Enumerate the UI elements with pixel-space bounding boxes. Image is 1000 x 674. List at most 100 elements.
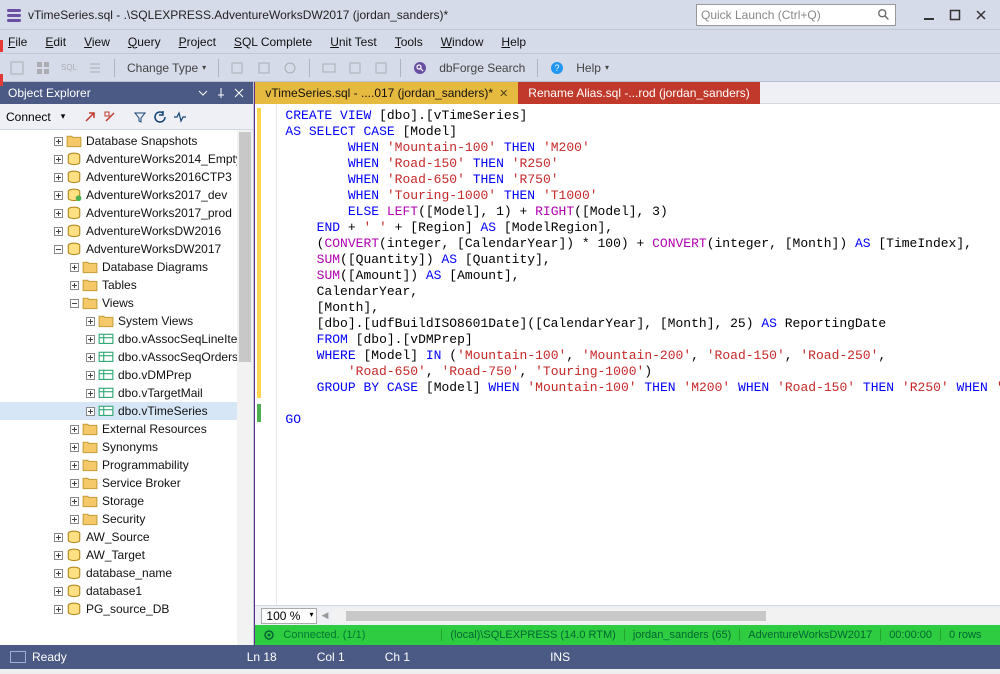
tree-item[interactable]: dbo.vTargetMail: [0, 384, 253, 402]
tab-vtimeseries[interactable]: vTimeSeries.sql - ....017 (jordan_sander…: [255, 82, 518, 104]
menu-project[interactable]: Project: [179, 35, 216, 49]
horizontal-scrollbar[interactable]: [332, 609, 1000, 623]
tool-a[interactable]: [6, 57, 28, 79]
expand-icon[interactable]: [68, 279, 80, 291]
expand-icon[interactable]: [52, 585, 64, 597]
expand-icon[interactable]: [68, 495, 80, 507]
tree-item[interactable]: Service Broker: [0, 474, 253, 492]
help-icon[interactable]: ?: [546, 57, 568, 79]
expand-icon[interactable]: [52, 549, 64, 561]
expand-icon[interactable]: [84, 405, 96, 417]
expand-icon[interactable]: [84, 333, 96, 345]
minimize-button[interactable]: [916, 5, 942, 25]
expand-icon[interactable]: [84, 351, 96, 363]
tree-scrollbar[interactable]: [237, 130, 253, 645]
tree-item[interactable]: AdventureWorks2017_prod: [0, 204, 253, 222]
tree-item[interactable]: AdventureWorks2017_dev: [0, 186, 253, 204]
tab-renamealias[interactable]: Rename Alias.sql -...rod (jordan_sanders…: [518, 82, 759, 104]
expand-icon[interactable]: [68, 297, 80, 309]
tree-item[interactable]: dbo.vDMPrep: [0, 366, 253, 384]
expand-icon[interactable]: [68, 459, 80, 471]
expand-icon[interactable]: [52, 171, 64, 183]
tree-item[interactable]: Database Snapshots: [0, 132, 253, 150]
tree-item[interactable]: Programmability: [0, 456, 253, 474]
expand-icon[interactable]: [52, 189, 64, 201]
zoom-select[interactable]: 100 %▾: [261, 608, 317, 624]
expand-icon[interactable]: [68, 423, 80, 435]
tree-item[interactable]: dbo.vAssocSeqOrders: [0, 348, 253, 366]
tool-j[interactable]: [370, 57, 392, 79]
tree-item[interactable]: PG_source_DB: [0, 600, 253, 618]
expand-icon[interactable]: [84, 369, 96, 381]
expand-icon[interactable]: [84, 315, 96, 327]
dbforge-search-button[interactable]: dbForge Search: [435, 61, 529, 75]
maximize-button[interactable]: [942, 5, 968, 25]
expand-icon[interactable]: [68, 261, 80, 273]
tree-item[interactable]: Views: [0, 294, 253, 312]
expand-icon[interactable]: [52, 153, 64, 165]
refresh-icon[interactable]: [153, 110, 167, 124]
filter-icon[interactable]: [133, 110, 147, 124]
connect-button[interactable]: Connect: [6, 110, 51, 124]
menu-help[interactable]: Help: [501, 35, 526, 49]
menu-tools[interactable]: Tools: [395, 35, 423, 49]
tree-item[interactable]: AdventureWorksDW2016: [0, 222, 253, 240]
expand-icon[interactable]: [52, 603, 64, 615]
tree-item[interactable]: System Views: [0, 312, 253, 330]
tool-grid[interactable]: [32, 57, 54, 79]
dbforge-icon[interactable]: [409, 57, 431, 79]
menu-unittest[interactable]: Unit Test: [330, 35, 376, 49]
disconnect-icon[interactable]: [83, 110, 97, 124]
expand-icon[interactable]: [52, 207, 64, 219]
menu-edit[interactable]: Edit: [45, 35, 66, 49]
menu-file[interactable]: File: [8, 35, 27, 49]
tree-item[interactable]: Synonyms: [0, 438, 253, 456]
tool-list[interactable]: [84, 57, 106, 79]
dropdown-icon[interactable]: [197, 87, 209, 99]
object-explorer-tree[interactable]: Database SnapshotsAdventureWorks2014_Emp…: [0, 130, 253, 645]
tree-item[interactable]: Database Diagrams: [0, 258, 253, 276]
connect-dropdown[interactable]: ▾: [61, 111, 66, 122]
close-tab-icon[interactable]: ✕: [499, 87, 508, 100]
tool-h[interactable]: [318, 57, 340, 79]
tree-item[interactable]: database1: [0, 582, 253, 600]
tree-item[interactable]: dbo.vTimeSeries: [0, 402, 253, 420]
tree-item[interactable]: Security: [0, 510, 253, 528]
tool-f[interactable]: [253, 57, 275, 79]
tree-item[interactable]: AW_Target: [0, 546, 253, 564]
code-body[interactable]: CREATE VIEW [dbo].[vTimeSeries] AS SELEC…: [277, 104, 1000, 605]
activity-icon[interactable]: [173, 110, 187, 124]
menu-window[interactable]: Window: [441, 35, 484, 49]
menu-view[interactable]: View: [84, 35, 110, 49]
tool-i[interactable]: [344, 57, 366, 79]
tree-item[interactable]: database_name: [0, 564, 253, 582]
change-type-dropdown[interactable]: Change Type ▾: [123, 61, 210, 75]
tree-item[interactable]: AdventureWorksDW2017: [0, 240, 253, 258]
expand-icon[interactable]: [52, 243, 64, 255]
close-button[interactable]: [968, 5, 994, 25]
expand-icon[interactable]: [68, 513, 80, 525]
close-panel-icon[interactable]: [233, 87, 245, 99]
tree-item[interactable]: AdventureWorks2016CTP3: [0, 168, 253, 186]
menu-sqlcomplete[interactable]: SQL Complete: [234, 35, 312, 49]
tree-item[interactable]: AW_Source: [0, 528, 253, 546]
expand-icon[interactable]: [52, 135, 64, 147]
expand-icon[interactable]: [52, 531, 64, 543]
tree-item[interactable]: Storage: [0, 492, 253, 510]
tool-g[interactable]: [279, 57, 301, 79]
tool-e[interactable]: [227, 57, 249, 79]
expand-icon[interactable]: [68, 441, 80, 453]
tree-item[interactable]: External Resources: [0, 420, 253, 438]
help-dropdown[interactable]: Help ▾: [572, 61, 613, 75]
expand-icon[interactable]: [52, 567, 64, 579]
tool-sql[interactable]: SQL: [58, 57, 80, 79]
code-editor[interactable]: CREATE VIEW [dbo].[vTimeSeries] AS SELEC…: [255, 104, 1000, 605]
tree-item[interactable]: AdventureWorks2014_Empty: [0, 150, 253, 168]
tree-item[interactable]: Tables: [0, 276, 253, 294]
stop-icon[interactable]: [103, 110, 117, 124]
expand-icon[interactable]: [52, 225, 64, 237]
expand-icon[interactable]: [68, 477, 80, 489]
expand-icon[interactable]: [84, 387, 96, 399]
tree-item[interactable]: dbo.vAssocSeqLineItems: [0, 330, 253, 348]
menu-query[interactable]: Query: [128, 35, 161, 49]
